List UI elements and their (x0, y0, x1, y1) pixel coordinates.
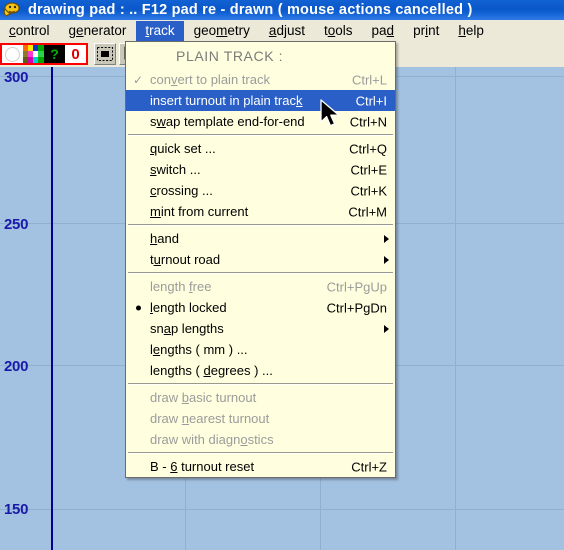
menu-item-label: length locked (150, 300, 227, 315)
menu-item-b-6-turnout-reset[interactable]: B - 6 turnout reset Ctrl+Z (126, 456, 395, 477)
menu-item-accelerator: Ctrl+Z (351, 459, 387, 474)
menu-item-crossing[interactable]: crossing ... Ctrl+K (126, 180, 395, 201)
menu-item-label: convert to plain track (150, 72, 270, 87)
menubar-item-control[interactable]: control (0, 21, 59, 41)
menubar-item-track[interactable]: track (136, 20, 184, 41)
question-mark-swatch[interactable]: ? (44, 45, 65, 63)
menu-item-draw-basic-turnout: draw basic turnout (126, 387, 395, 408)
menu-item-turnout-road[interactable]: turnout road (126, 249, 395, 270)
chevron-right-icon (384, 255, 389, 264)
menu-item-accelerator: Ctrl+Q (349, 141, 387, 156)
ruler-label: 150 (4, 501, 29, 518)
menubar-item-pad[interactable]: pad (363, 21, 404, 41)
menu-item-accelerator: Ctrl+M (348, 204, 387, 219)
menu-item-mint-from-current[interactable]: mint from current Ctrl+M (126, 201, 395, 222)
menu-separator (128, 224, 393, 226)
menu-item-label: crossing ... (150, 183, 213, 198)
menu-item-label: quick set ... (150, 141, 216, 156)
menu-item-quick-set[interactable]: quick set ... Ctrl+Q (126, 138, 395, 159)
menubar-item-print[interactable]: print (404, 21, 448, 41)
menu-item-accelerator: Ctrl+E (350, 162, 387, 177)
menu-item-length-locked[interactable]: length locked Ctrl+PgDn (126, 297, 395, 318)
menu-item-draw-nearest-turnout: draw nearest turnout (126, 408, 395, 429)
question-mark-label: ? (50, 46, 59, 62)
menu-item-label: swap template end-for-end (150, 114, 305, 129)
white-circle-swatch[interactable] (2, 45, 23, 63)
menubar-item-generator[interactable]: generator (60, 21, 136, 41)
menu-item-label: mint from current (150, 204, 249, 219)
menu-item-accelerator: Ctrl+L (351, 72, 387, 87)
ruler-label: 250 (4, 216, 29, 233)
menu-item-insert-turnout-in-plain-track[interactable]: insert turnout in plain track Ctrl+I (126, 90, 395, 111)
menu-separator (128, 134, 393, 136)
menu-separator (128, 452, 393, 454)
menu-item-label: draw basic turnout (150, 390, 257, 405)
page-preview-button[interactable] (94, 43, 116, 65)
menu-item-lengths-mm[interactable]: lengths ( mm ) ... (126, 339, 395, 360)
menu-item-accelerator: Ctrl+PgUp (326, 279, 387, 294)
application-window: 300 250 200 150 drawing pad : .. F12 pad re… (0, 0, 564, 550)
title-bar: drawing pad : .. F12 pad re - drawn ( mo… (0, 0, 564, 20)
menu-item-accelerator: Ctrl+K (350, 183, 387, 198)
colour-palette-icon (23, 45, 44, 63)
menu-item-label: insert turnout in plain track (150, 93, 303, 108)
menu-item-switch[interactable]: switch ... Ctrl+E (126, 159, 395, 180)
menu-item-label: lengths ( degrees ) ... (150, 363, 273, 378)
menu-separator (128, 383, 393, 385)
menu-separator (128, 272, 393, 274)
menu-item-draw-with-diagnostics: draw with diagnostics (126, 429, 395, 450)
menu-item-label: lengths ( mm ) ... (150, 342, 248, 357)
menu-header: PLAIN TRACK : (176, 47, 284, 64)
menu-item-label: draw nearest turnout (150, 411, 270, 426)
window-title: drawing pad : .. F12 pad re - drawn ( mo… (28, 2, 473, 18)
toolbar-swatch-group: ? 0 (0, 43, 88, 65)
menubar-item-help[interactable]: help (449, 21, 493, 41)
menu-item-snap-lengths[interactable]: snap lengths (126, 318, 395, 339)
grid-line-vertical (455, 40, 456, 550)
menu-item-length-free: length free Ctrl+PgUp (126, 276, 395, 297)
radio-bullet-icon (136, 305, 141, 310)
chevron-right-icon (384, 324, 389, 333)
zero-counter-label: 0 (71, 45, 80, 63)
menu-item-label: length free (150, 279, 212, 294)
menu-item-label: B - 6 turnout reset (150, 459, 255, 474)
menu-item-label: draw with diagnostics (150, 432, 274, 447)
menu-item-label: switch ... (150, 162, 201, 177)
ruler-label: 300 (4, 69, 29, 86)
menu-item-accelerator: Ctrl+PgDn (326, 300, 387, 315)
zero-counter-swatch[interactable]: 0 (65, 45, 86, 63)
menubar-item-tools[interactable]: tools (315, 21, 362, 41)
menu-item-accelerator: Ctrl+I (355, 93, 387, 108)
menubar-item-geometry[interactable]: geometry (185, 21, 259, 41)
menu-item-hand[interactable]: hand (126, 228, 395, 249)
menu-item-label: snap lengths (150, 321, 224, 336)
page-preview-icon (97, 47, 113, 61)
menu-item-convert-to-plain-track: ✓ convert to plain track Ctrl+L (126, 69, 395, 90)
menu-item-lengths-degrees[interactable]: lengths ( degrees ) ... (126, 360, 395, 381)
menu-bar[interactable]: control generator track geometry adjust tools… (0, 20, 564, 42)
track-dropdown-menu[interactable]: PLAIN TRACK : ✓ convert to plain track Ctr… (125, 41, 396, 478)
chevron-right-icon (384, 234, 389, 243)
white-circle-icon (5, 46, 20, 62)
colour-palette-swatch[interactable] (23, 45, 44, 63)
templot-logo-icon (2, 1, 22, 19)
menubar-item-adjust[interactable]: adjust (260, 21, 314, 41)
check-icon: ✓ (133, 72, 144, 87)
vertical-axis-line (51, 40, 53, 550)
menu-item-accelerator: Ctrl+N (349, 114, 387, 129)
menu-item-swap-template-end-for-end[interactable]: swap template end-for-end Ctrl+N (126, 111, 395, 132)
menu-item-label: turnout road (150, 252, 221, 267)
menu-item-list: ✓ convert to plain track Ctrl+L insert turn… (126, 69, 395, 477)
menu-item-label: hand (150, 231, 179, 246)
grid-line-horizontal (0, 509, 564, 510)
ruler-label: 200 (4, 358, 29, 375)
